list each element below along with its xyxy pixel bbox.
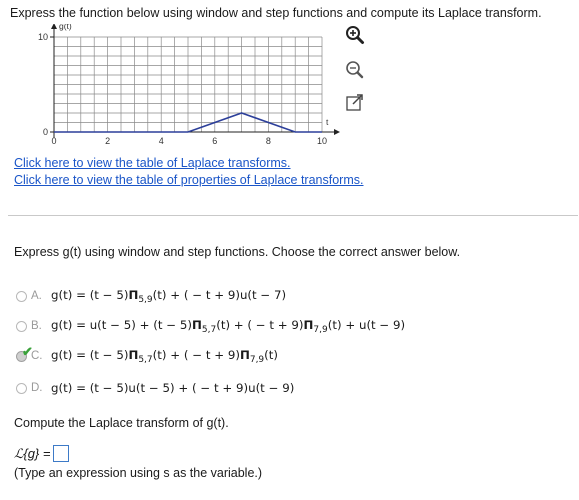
option-c[interactable]: C. g(t) = (t − 5)Π5,7(t) + ( − t + 9)Π7,…	[16, 347, 278, 365]
correct-check-icon: ✔	[22, 344, 33, 359]
option-c-label: C.	[31, 350, 43, 362]
option-a-label: A.	[31, 290, 42, 302]
option-d-label: D.	[31, 382, 43, 394]
x-axis-arrow	[334, 129, 340, 135]
question-prompt: Express the function below using window …	[10, 6, 542, 20]
x-tick-label: 0	[51, 136, 56, 146]
radio-b[interactable]	[16, 320, 27, 332]
popout-button[interactable]	[344, 92, 366, 114]
y-tick-label: 10	[38, 32, 48, 42]
zoom-out-button[interactable]	[344, 59, 366, 81]
x-tick-label: 8	[266, 136, 271, 146]
x-tick-label: 6	[212, 136, 217, 146]
laplace-lhs: ℒ{g} =	[14, 445, 51, 461]
answer-hint: (Type an expression using s as the varia…	[14, 466, 263, 480]
option-d-expression: g(t) = (t − 5)u(t − 5) + ( − t + 9)u(t −…	[51, 381, 295, 395]
option-a-expression: g(t) = (t − 5)Π5,9(t) + ( − t + 9)u(t − …	[51, 287, 287, 305]
section-divider	[8, 215, 578, 216]
option-a[interactable]: A. g(t) = (t − 5)Π5,9(t) + ( − t + 9)u(t…	[16, 287, 286, 305]
laplace-properties-table-link[interactable]: Click here to view the table of properti…	[14, 173, 363, 187]
laplace-answer-input[interactable]	[53, 445, 70, 462]
radio-d[interactable]	[16, 382, 27, 394]
zoom-in-button[interactable]	[344, 24, 366, 46]
radio-a[interactable]	[16, 290, 27, 302]
zoom-out-icon	[346, 61, 364, 79]
option-d[interactable]: D. g(t) = (t − 5)u(t − 5) + ( − t + 9)u(…	[16, 379, 294, 397]
x-tick-label: 10	[317, 136, 327, 146]
option-b-expression: g(t) = u(t − 5) + (t − 5)Π5,7(t) + ( − t…	[51, 317, 406, 335]
laplace-transforms-table-link[interactable]: Click here to view the table of Laplace …	[14, 156, 291, 170]
x-tick-label: 2	[105, 136, 110, 146]
x-axis-label: t	[326, 117, 329, 127]
x-tick-label: 4	[159, 136, 164, 146]
option-c-expression: g(t) = (t − 5)Π5,7(t) + ( − t + 9)Π7,9(t…	[51, 347, 279, 365]
popout-icon	[346, 94, 363, 111]
option-b-label: B.	[31, 320, 42, 332]
y-axis-label: g(t)	[59, 24, 72, 31]
zoom-in-icon	[346, 26, 364, 44]
function-graph: 0 2 4 6 8 10 10 0 g(t) t	[38, 24, 340, 146]
part1-instruction: Express g(t) using window and step funct…	[14, 245, 461, 259]
option-b[interactable]: B. g(t) = u(t − 5) + (t − 5)Π5,7(t) + ( …	[16, 317, 405, 335]
laplace-answer-row: ℒ{g} =	[14, 445, 70, 462]
y-tick-label: 0	[43, 127, 48, 137]
y-axis-arrow	[51, 24, 57, 29]
part2-question: Compute the Laplace transform of g(t).	[14, 416, 229, 430]
